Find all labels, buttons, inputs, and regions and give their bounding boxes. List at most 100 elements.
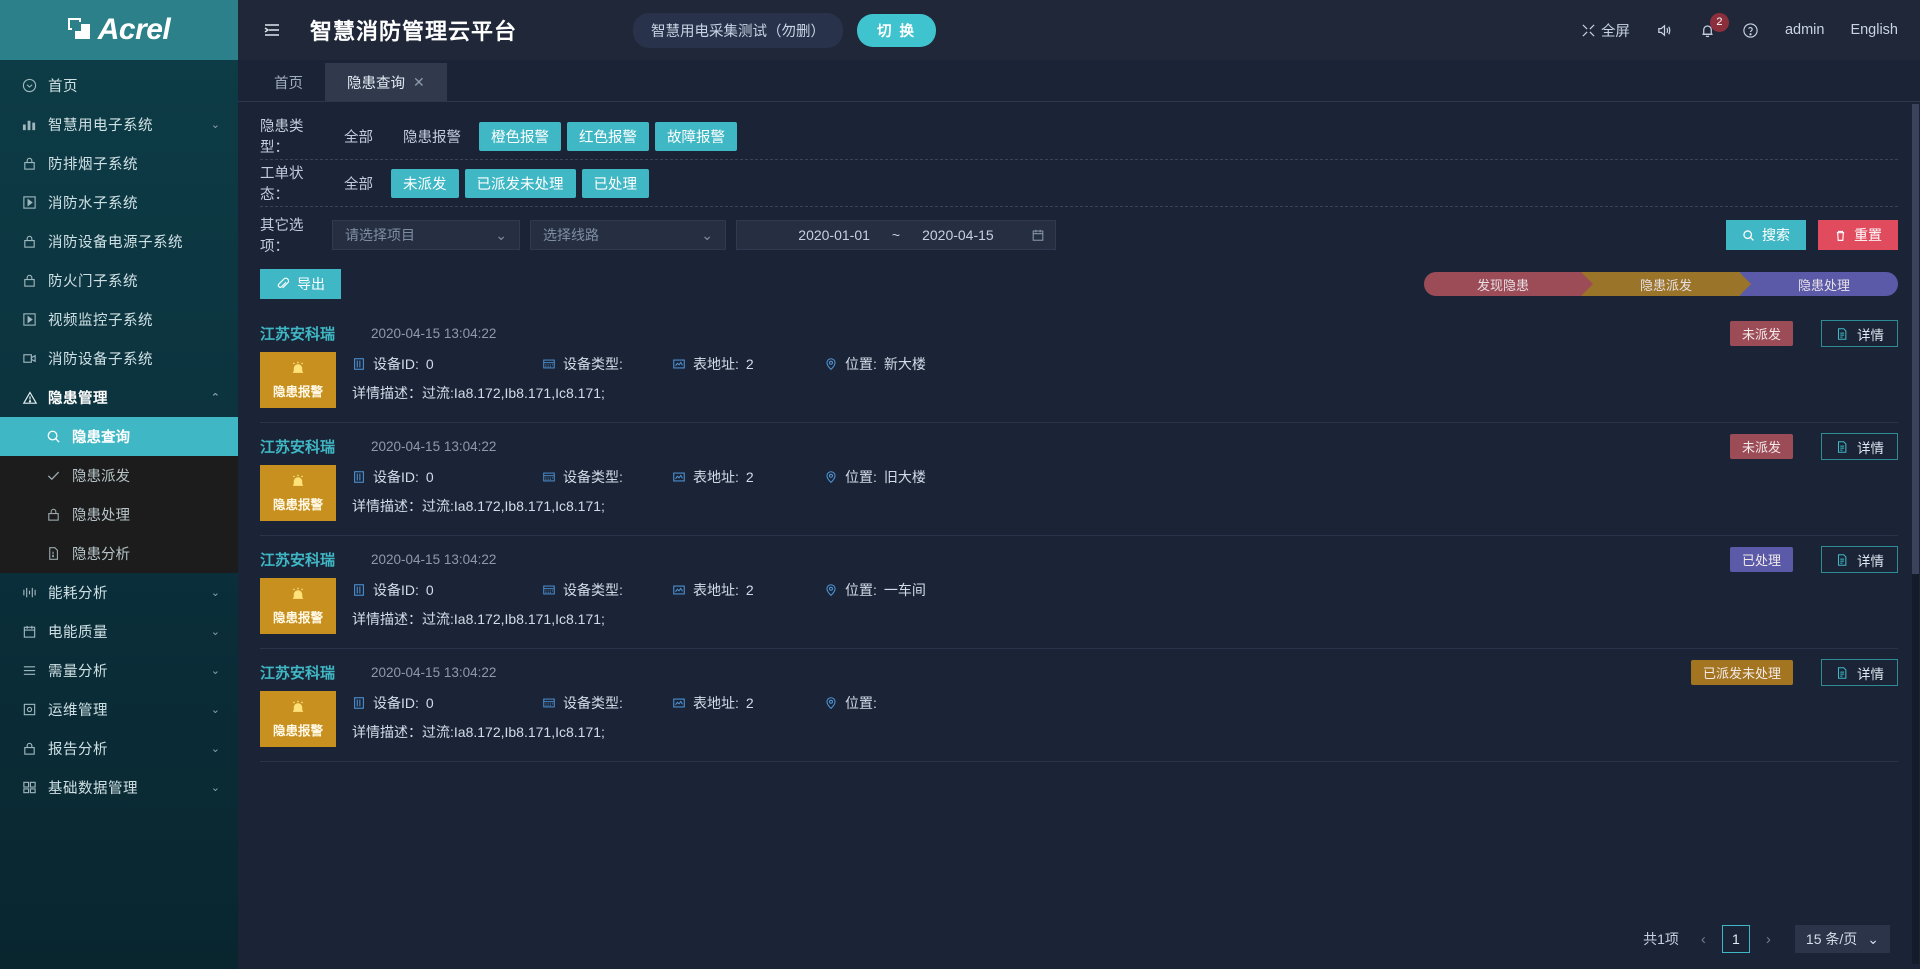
table-row[interactable]: 江苏安科瑞 2020-04-15 13:04:22 隐患报警 设备ID: 0 设… [260, 423, 1898, 536]
chevron-down-icon: ⌄ [210, 119, 220, 131]
sidebar-item-home[interactable]: 首页 [0, 66, 238, 105]
filter-status-all[interactable]: 全部 [332, 169, 385, 198]
tab-home[interactable]: 首页 [252, 63, 325, 101]
language-switch[interactable]: English [1850, 22, 1898, 38]
detail-button[interactable]: 详情 [1821, 546, 1898, 573]
device-icon [352, 470, 366, 484]
filter-type-orange-alarm[interactable]: 橙色报警 [479, 121, 561, 151]
detail-button[interactable]: 详情 [1821, 320, 1898, 347]
field-label: 设备类型: [563, 356, 623, 372]
sidebar-item-water[interactable]: 消防水子系统 [0, 183, 238, 222]
project-chip[interactable]: 智慧用电采集测试（勿删） [633, 12, 844, 48]
document-icon [1835, 666, 1849, 680]
record-org: 江苏安科瑞 [260, 664, 336, 682]
location-pin-icon [824, 357, 838, 371]
chevron-down-icon: ⌄ [495, 226, 507, 243]
sidebar-item-fire-equipment[interactable]: 消防设备子系统 [0, 339, 238, 378]
main-area: 智慧消防管理云平台 智慧用电采集测试（勿删） 切 换 全屏 2 admin En… [238, 0, 1920, 969]
detail-button-label: 详情 [1857, 666, 1884, 682]
home-circle-icon [22, 78, 44, 93]
sidebar-item-power[interactable]: 智慧用电子系统 ⌄ [0, 105, 238, 144]
page-scrollbar[interactable] [1912, 104, 1919, 964]
step-discover-hazard[interactable]: 发现隐患 [1424, 272, 1593, 296]
line-select-value: 选择线路 [543, 227, 599, 243]
status-badge: 未派发 [1729, 321, 1793, 346]
record-org: 江苏安科瑞 [260, 551, 336, 569]
fullscreen-icon [1581, 23, 1596, 38]
field-device-type: 设备类型: [542, 467, 672, 487]
table-row[interactable]: 江苏安科瑞 2020-04-15 13:04:22 隐患报警 设备ID: 0 设… [260, 310, 1898, 423]
sidebar-item-ops-management[interactable]: 运维管理 ⌄ [0, 690, 238, 729]
tab-hazard-query[interactable]: 隐患查询 ✕ [325, 63, 447, 101]
line-select[interactable]: 选择线路 ⌄ [530, 220, 726, 250]
field-location: 位置: 一车间 [824, 580, 926, 600]
field-meter-address: 表地址: 2 [672, 693, 824, 713]
notification-badge: 2 [1709, 12, 1729, 32]
header-actions: 全屏 2 admin English [1581, 12, 1898, 41]
status-badge: 已派发未处理 [1690, 660, 1793, 685]
detail-button[interactable]: 详情 [1821, 433, 1898, 460]
sound-button[interactable] [1656, 22, 1673, 39]
filter-status-undispatched[interactable]: 未派发 [391, 168, 459, 198]
field-value: 2 [745, 356, 754, 372]
filter-status-handled[interactable]: 已处理 [581, 168, 649, 198]
description-label: 详情描述： [352, 611, 422, 627]
sidebar-item-power-supply[interactable]: 消防设备电源子系统 [0, 222, 238, 261]
meter-icon [672, 470, 686, 484]
export-button[interactable]: 导出 [260, 269, 341, 299]
table-row[interactable]: 江苏安科瑞 2020-04-15 13:04:22 隐患报警 设备ID: 0 设… [260, 536, 1898, 649]
sidebar-item-smoke[interactable]: 防排烟子系统 [0, 144, 238, 183]
date-end: 2020-04-15 [922, 227, 994, 243]
sidebar-item-power-quality[interactable]: 电能质量 ⌄ [0, 612, 238, 651]
sidebar-item-firedoor[interactable]: 防火门子系统 [0, 261, 238, 300]
step-handle-hazard[interactable]: 隐患处理 [1740, 272, 1898, 296]
date-range-picker[interactable]: 2020-01-01 ~ 2020-04-15 [736, 220, 1056, 250]
sidebar-item-video[interactable]: 视频监控子系统 [0, 300, 238, 339]
fullscreen-button[interactable]: 全屏 [1581, 20, 1630, 41]
table-row[interactable]: 江苏安科瑞 2020-04-15 13:04:22 隐患报警 设备ID: 0 设… [260, 649, 1898, 762]
step-dispatch-hazard[interactable]: 隐患派发 [1582, 272, 1751, 296]
filter-status-dispatched-unhandled[interactable]: 已派发未处理 [464, 168, 576, 198]
sidebar-item-report-analysis[interactable]: 报告分析 ⌄ [0, 729, 238, 768]
filter-divider [260, 206, 1898, 207]
notifications-button[interactable]: 2 [1699, 12, 1729, 39]
pagination-next[interactable]: › [1760, 931, 1777, 948]
field-location: 位置: [824, 693, 884, 713]
pagination-prev[interactable]: ‹ [1695, 931, 1712, 948]
page-size-value: 15 条/页 [1805, 931, 1858, 947]
user-menu[interactable]: admin [1785, 22, 1825, 38]
sidebar-item-hazard-query[interactable]: 隐患查询 [0, 417, 238, 456]
filter-type-all[interactable]: 全部 [332, 122, 385, 151]
sidebar-item-hazard-management[interactable]: 隐患管理 ⌃ [0, 378, 238, 417]
sidebar-item-demand-analysis[interactable]: 需量分析 ⌄ [0, 651, 238, 690]
sidebar-item-energy-analysis[interactable]: 能耗分析 ⌄ [0, 573, 238, 612]
help-button[interactable] [1742, 22, 1759, 39]
detail-button[interactable]: 详情 [1821, 659, 1898, 686]
tab-label: 首页 [274, 75, 303, 92]
field-value: 一车间 [883, 582, 926, 598]
description-value: 过流:Ia8.172,Ib8.171,Ic8.171; [422, 611, 605, 627]
sidebar-item-basic-data[interactable]: 基础数据管理 ⌄ [0, 768, 238, 807]
sidebar-item-hazard-dispatch[interactable]: 隐患派发 [0, 456, 238, 495]
reset-button[interactable]: 重置 [1818, 220, 1898, 250]
rows-icon [22, 663, 44, 678]
search-button[interactable]: 搜索 [1726, 220, 1806, 250]
sidebar-item-hazard-analysis[interactable]: 隐患分析 [0, 534, 238, 573]
pagination-page-1[interactable]: 1 [1721, 925, 1750, 953]
logo[interactable]: Acrel [0, 0, 238, 60]
filter-type-hazard-alarm[interactable]: 隐患报警 [391, 122, 473, 151]
hamburger-icon[interactable] [262, 20, 282, 40]
sidebar-item-hazard-handle[interactable]: 隐患处理 [0, 495, 238, 534]
page-size-select[interactable]: 15 条/页 ⌄ [1794, 925, 1890, 953]
device-icon [352, 583, 366, 597]
tab-label: 隐患查询 [347, 75, 405, 92]
filter-row-type: 隐患类型： 全部 隐患报警 橙色报警 红色报警 故障报警 [260, 118, 1898, 156]
switch-project-button[interactable]: 切 换 [857, 13, 937, 47]
export-button-label: 导出 [297, 276, 325, 292]
project-select[interactable]: 请选择项目 ⌄ [332, 220, 520, 250]
filter-type-red-alarm[interactable]: 红色报警 [567, 121, 649, 151]
field-label: 设备ID: [373, 356, 419, 372]
alarm-badge: 隐患报警 [260, 465, 336, 521]
filter-type-fault-alarm[interactable]: 故障报警 [655, 121, 737, 151]
close-icon[interactable]: ✕ [413, 74, 425, 91]
